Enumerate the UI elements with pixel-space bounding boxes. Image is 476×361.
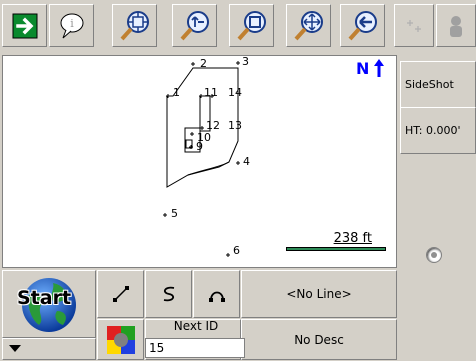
zoom-extents-icon xyxy=(120,10,149,40)
zoom-previous-icon xyxy=(348,10,377,40)
sideshot-label: SideShot xyxy=(405,78,454,91)
point-label-2: 2 xyxy=(200,57,207,70)
zoom-out-icon xyxy=(180,10,209,40)
point-label-14: 14 xyxy=(228,86,242,99)
point-label-10: 10 xyxy=(197,131,211,144)
zoom-extents-button[interactable] xyxy=(112,4,157,47)
move-point-button[interactable] xyxy=(394,4,434,47)
scale-line xyxy=(286,247,386,251)
point-label-6: 6 xyxy=(233,244,240,257)
map-canvas[interactable]: 1 2 3 4 5 6 9 10 11 12 13 14 N 238 ft xyxy=(2,55,397,268)
point-label-13: 13 xyxy=(228,119,242,132)
north-indicator: N xyxy=(356,58,386,78)
zoom-window-icon xyxy=(237,10,266,40)
point-label-4: 4 xyxy=(243,155,250,168)
color-palette-icon xyxy=(106,325,135,354)
point-label-3: 3 xyxy=(242,55,249,68)
user-icon xyxy=(450,15,462,37)
zoom-out-button[interactable] xyxy=(172,4,217,47)
ht-label: HT: 0.000' xyxy=(405,124,461,137)
layer-color-button[interactable] xyxy=(97,319,144,360)
callout-icon: i xyxy=(60,13,83,38)
go-arrow-icon xyxy=(12,13,37,38)
start-menu-dropdown[interactable] xyxy=(2,338,96,360)
point-label-12: 12 xyxy=(206,119,220,132)
chevron-down-icon xyxy=(9,345,21,352)
next-id-label: Next ID xyxy=(173,319,219,333)
straight-line-button[interactable] xyxy=(97,270,144,318)
north-label: N xyxy=(356,58,370,78)
next-id-input[interactable]: 15 xyxy=(145,338,245,358)
zoom-window-button[interactable] xyxy=(229,4,274,47)
point-label-5: 5 xyxy=(171,207,178,220)
arc-icon xyxy=(208,291,225,302)
arc-button[interactable] xyxy=(193,270,240,318)
line-select-button[interactable]: <No Line> xyxy=(241,270,397,318)
point-label-11: 11 xyxy=(204,86,218,99)
sideshot-button[interactable]: SideShot xyxy=(400,61,476,108)
point-label-1: 1 xyxy=(173,86,180,99)
desc-label: No Desc xyxy=(294,332,344,347)
right-panel: SideShot HT: 0.000' xyxy=(398,55,476,361)
curve-icon xyxy=(163,286,174,302)
svg-text:i: i xyxy=(70,17,74,30)
pan-button[interactable] xyxy=(286,4,331,47)
north-arrow-icon xyxy=(374,59,385,77)
ht-button[interactable]: HT: 0.000' xyxy=(400,107,476,154)
curve-button[interactable] xyxy=(145,270,192,318)
move-point-icon xyxy=(407,19,421,32)
description-button[interactable]: No Desc xyxy=(241,319,397,360)
pan-icon xyxy=(294,10,323,40)
toolbar: i xyxy=(0,0,476,55)
line-icon xyxy=(112,286,129,302)
line-label: <No Line> xyxy=(286,287,352,301)
scale-bar: 238 ft xyxy=(286,231,386,251)
scale-label: 238 ft xyxy=(333,231,372,246)
go-button[interactable] xyxy=(2,4,47,47)
callout-button[interactable]: i xyxy=(49,4,94,47)
zoom-previous-button[interactable] xyxy=(340,4,385,47)
start-button[interactable]: Start xyxy=(2,270,96,338)
mode-radio[interactable] xyxy=(426,247,442,263)
start-label: Start xyxy=(17,287,72,309)
user-button[interactable] xyxy=(436,4,476,47)
